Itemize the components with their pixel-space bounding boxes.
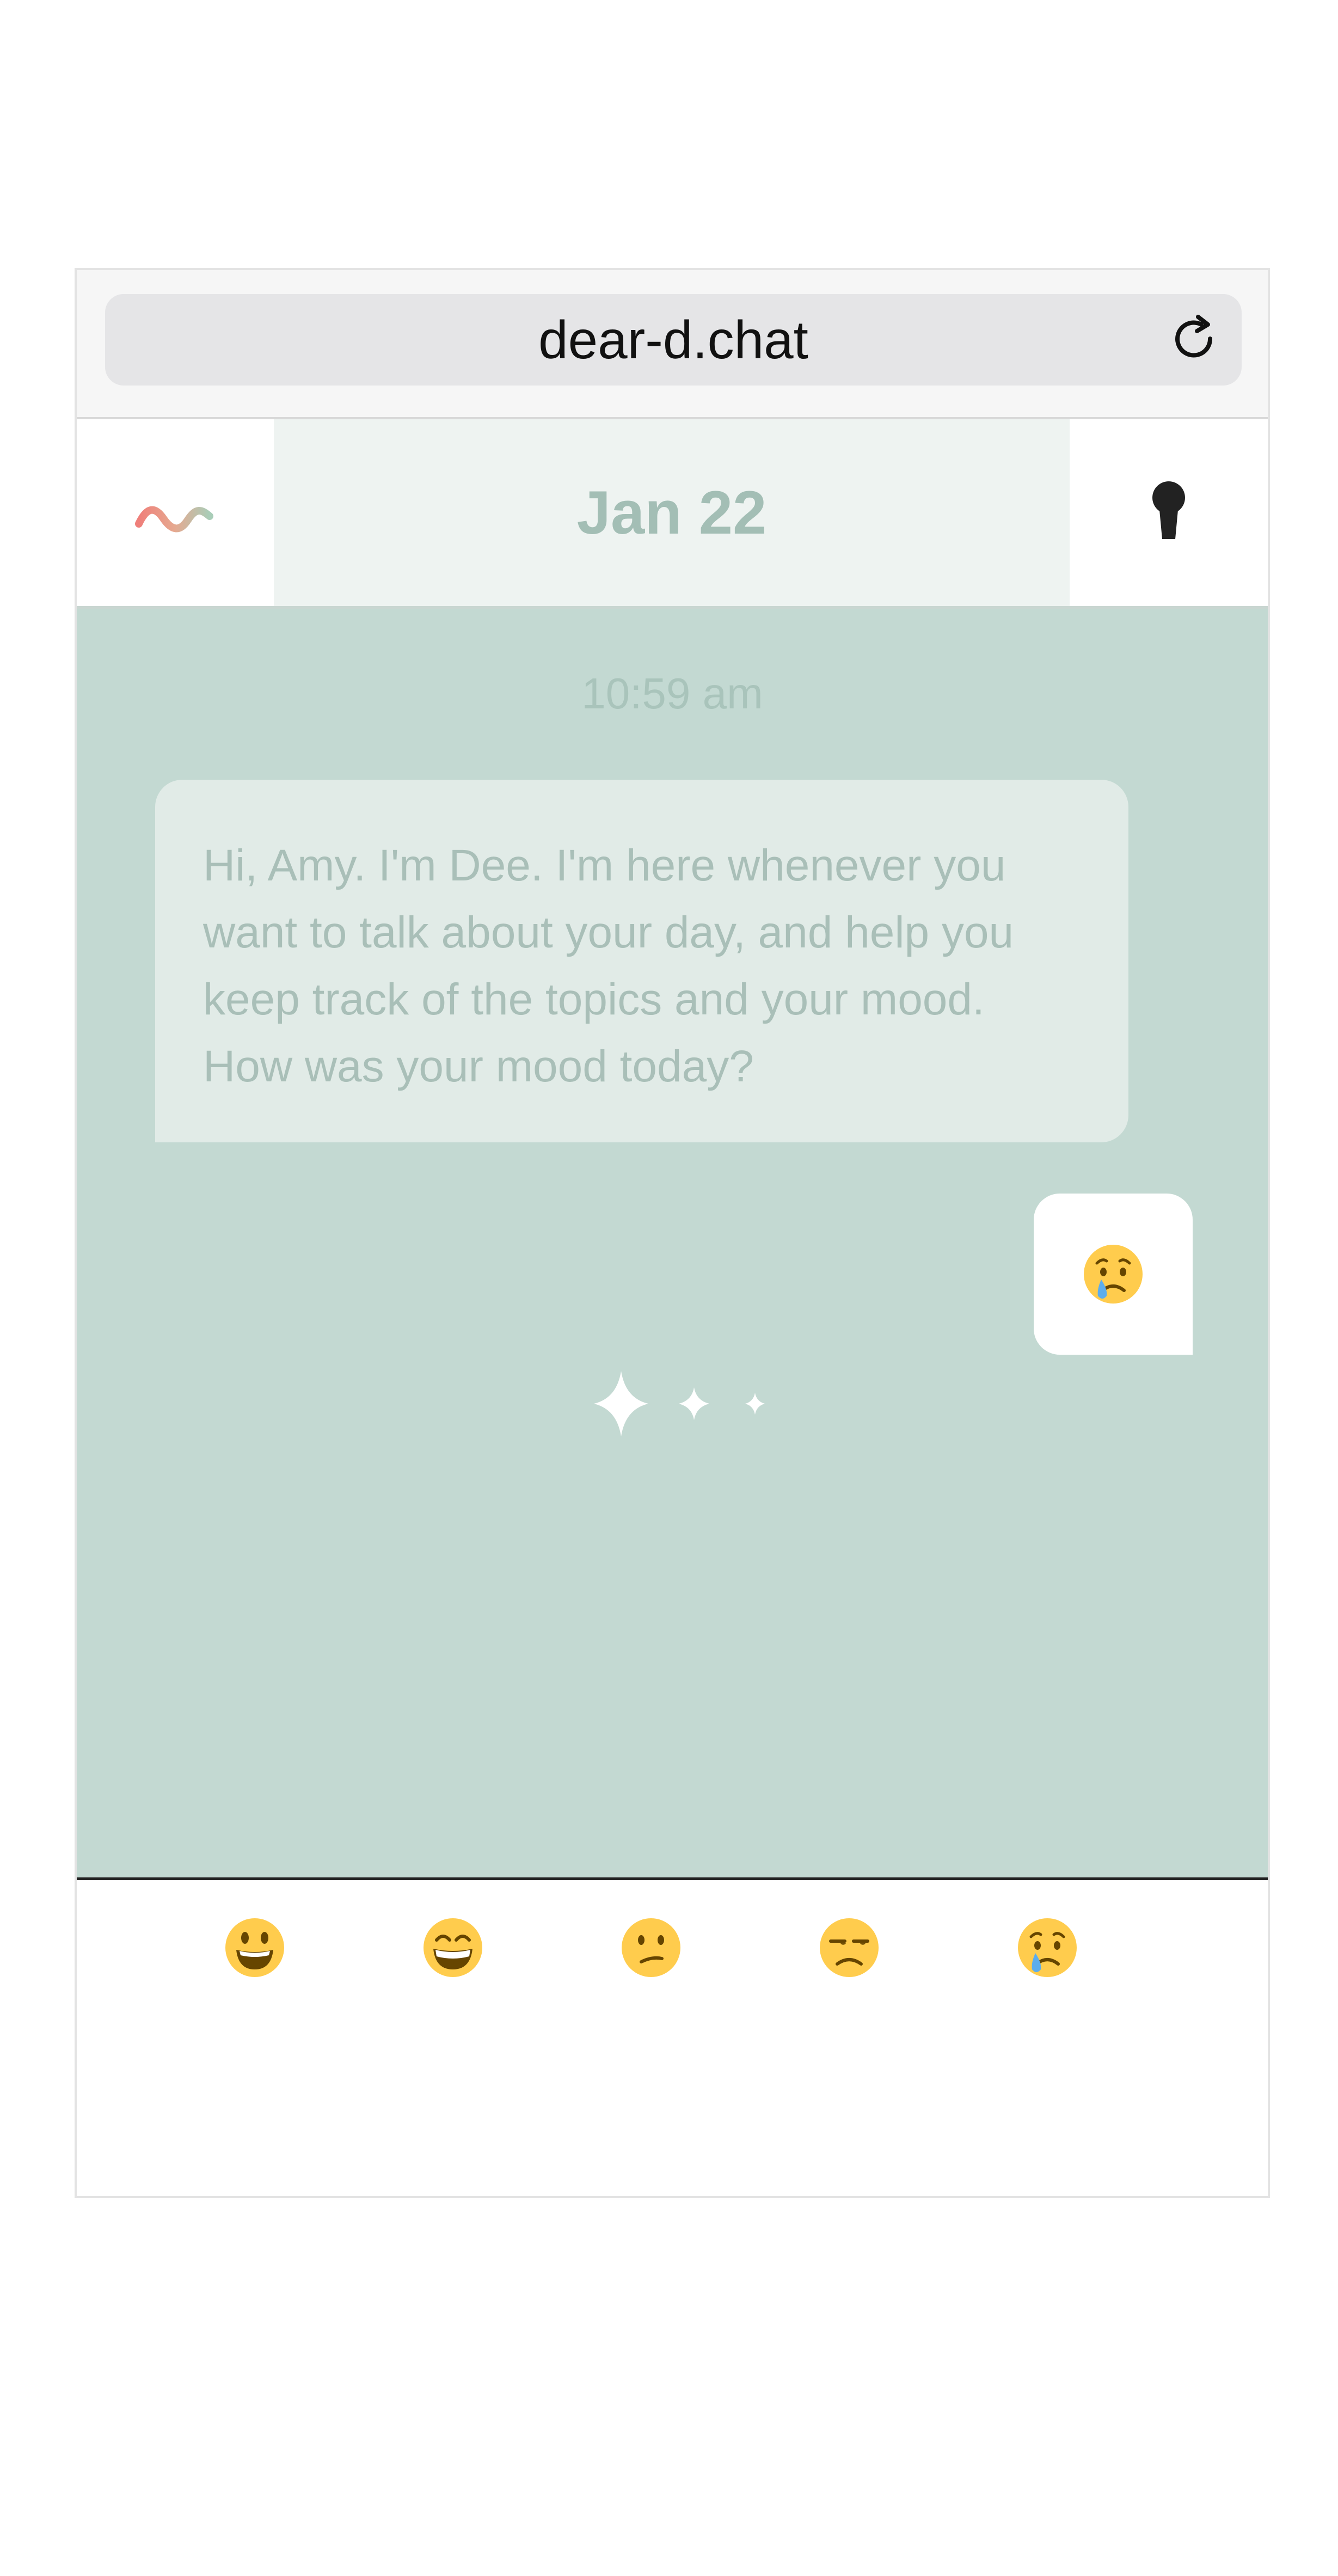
phone-frame: dear-d.chat Jan 22 10:59 am Hi, Amy. I'm… (75, 268, 1270, 2198)
date-display[interactable]: Jan 22 (274, 419, 1070, 606)
logo-button[interactable] (77, 419, 274, 606)
grinning-face-emoji[interactable] (222, 1915, 287, 1980)
browser-bar: dear-d.chat (77, 270, 1268, 419)
url-text: dear-d.chat (538, 310, 808, 370)
wave-logo-icon (135, 506, 213, 533)
crying-face-emoji (1084, 1245, 1143, 1304)
bot-message-text: Hi, Amy. I'm Dee. I'm here whenever you … (203, 841, 1014, 1091)
message-timestamp: 10:59 am (581, 669, 763, 718)
app-header: Jan 22 (77, 419, 1268, 609)
mood-picker (77, 1880, 1268, 2196)
beaming-face-emoji[interactable] (420, 1915, 486, 1980)
reload-icon[interactable] (1168, 313, 1222, 367)
sparkles-icon (594, 1371, 765, 1436)
unamused-face-emoji[interactable] (817, 1915, 882, 1980)
address-bar[interactable]: dear-d.chat (105, 294, 1242, 386)
bot-message-bubble: Hi, Amy. I'm Dee. I'm here whenever you … (155, 780, 1128, 1142)
confused-face-emoji[interactable] (618, 1915, 684, 1980)
chat-area: 10:59 am Hi, Amy. I'm Dee. I'm here when… (77, 609, 1268, 1880)
keyhole-icon (1152, 481, 1185, 539)
crying-face-emoji[interactable] (1015, 1915, 1080, 1980)
lock-button[interactable] (1071, 419, 1268, 606)
user-message-bubble (1034, 1194, 1193, 1355)
date-label: Jan 22 (576, 479, 767, 547)
